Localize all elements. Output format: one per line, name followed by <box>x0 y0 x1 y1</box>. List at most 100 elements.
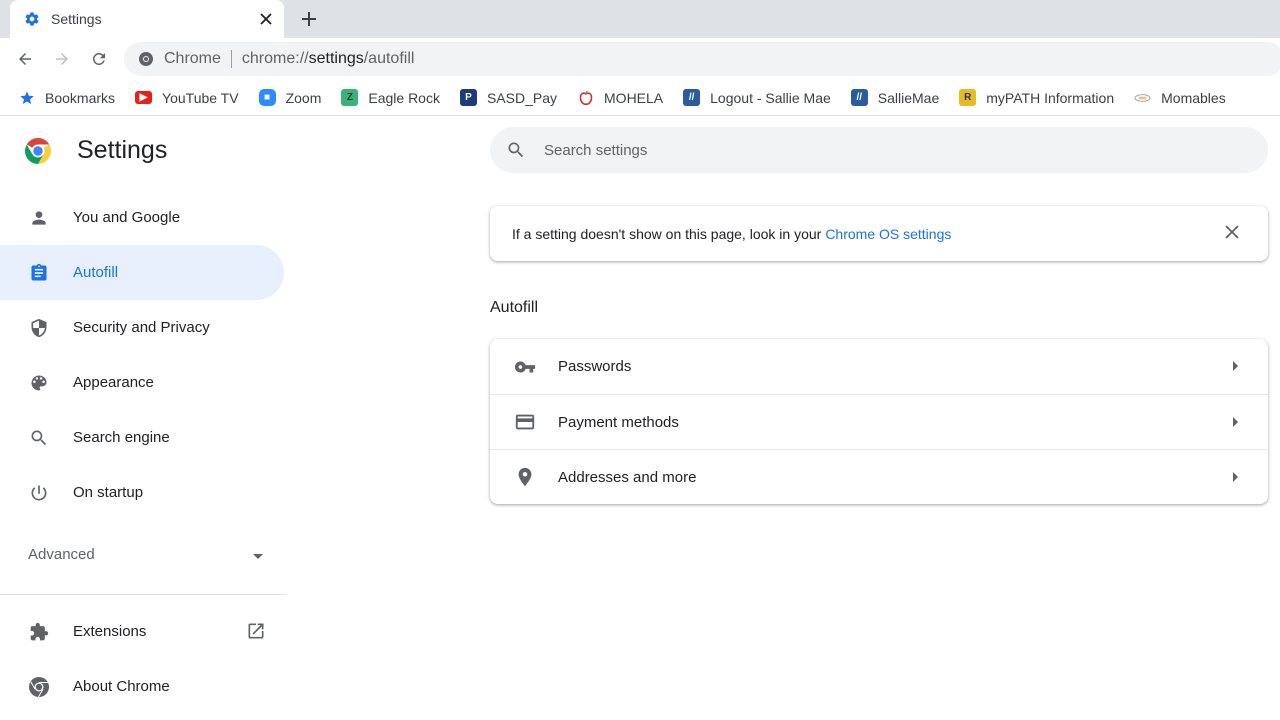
eagle-rock-icon: Z <box>341 89 359 106</box>
sidebar-item-about-chrome[interactable]: About Chrome <box>0 659 284 714</box>
url-host: settings <box>308 50 364 67</box>
bookmark-label: MOHELA <box>604 89 664 106</box>
zoom-icon: ■ <box>258 89 276 106</box>
sidebar-item-label: Appearance <box>73 374 154 391</box>
passwords-row[interactable]: Passwords <box>490 339 1268 394</box>
toolbar: Chrome chrome://settings/autofill <box>0 38 1280 80</box>
sidebar-divider <box>0 594 286 595</box>
puzzle-icon <box>28 621 50 643</box>
chevron-right-icon <box>1233 417 1238 427</box>
sidebar-item-you-and-google[interactable]: You and Google <box>0 190 284 245</box>
bookmark-momables[interactable]: Momables <box>1134 89 1226 106</box>
credit-card-icon <box>514 411 536 433</box>
section-title: Autofill <box>490 299 539 316</box>
back-button[interactable] <box>12 46 38 72</box>
dismiss-notice-button[interactable] <box>1224 224 1242 242</box>
search-icon <box>506 140 526 160</box>
chevron-right-icon <box>1233 361 1238 371</box>
reload-icon <box>92 52 105 65</box>
sidebar-item-autofill[interactable]: Autofill <box>0 245 284 300</box>
sidebar-item-label: On startup <box>73 484 144 501</box>
clipboard-icon <box>28 262 50 284</box>
mypath-icon: R <box>959 89 977 106</box>
row-label: Addresses and more <box>558 468 697 486</box>
apple-icon <box>577 89 594 106</box>
open-in-new-icon <box>246 621 266 645</box>
bookmark-label: Logout - Sallie Mae <box>710 89 831 106</box>
sidebar-item-label: Security and Privacy <box>73 319 210 336</box>
bookmark-label: SASD_Pay <box>486 89 558 106</box>
close-tab-button[interactable] <box>256 9 276 29</box>
momables-icon <box>1134 89 1151 106</box>
bookmark-logout-sallie-mae[interactable]: // Logout - Sallie Mae <box>683 89 831 106</box>
key-icon <box>514 356 536 378</box>
page-title: Settings <box>77 136 168 164</box>
addresses-row[interactable]: Addresses and more <box>490 449 1268 504</box>
url-path: /autofill <box>363 50 415 67</box>
sidebar-item-appearance[interactable]: Appearance <box>0 355 284 410</box>
reload-button[interactable] <box>86 46 112 72</box>
bookmark-label: Momables <box>1161 89 1226 106</box>
advanced-toggle[interactable]: Advanced <box>28 546 268 563</box>
omnibox-divider <box>230 50 232 68</box>
sidebar-item-label: Search engine <box>73 429 170 446</box>
gear-icon <box>24 11 40 27</box>
sallie-mae-icon: // <box>683 89 701 106</box>
search-icon <box>28 427 50 449</box>
close-icon <box>260 13 272 25</box>
bookmark-zoom[interactable]: ■ Zoom <box>258 89 322 106</box>
chrome-icon <box>28 676 50 698</box>
palette-icon <box>28 372 50 394</box>
arrow-left-icon <box>19 53 31 65</box>
new-tab-button[interactable] <box>298 8 320 30</box>
forward-button[interactable] <box>49 46 75 72</box>
close-icon <box>1225 225 1239 239</box>
sidebar: Settings You and Google Autofill Securit… <box>0 117 290 720</box>
bookmark-label: SallieMae <box>877 89 940 106</box>
bookmark-mohela[interactable]: MOHELA <box>577 89 663 106</box>
bookmark-youtube-tv[interactable]: ▶ YouTube TV <box>135 90 239 106</box>
bookmark-label: myPATH Information <box>986 89 1115 106</box>
bookmark-label: Zoom <box>285 89 322 106</box>
bookmark-label: Bookmarks <box>45 89 116 106</box>
bookmark-sasd-pay[interactable]: P SASD_Pay <box>459 89 558 106</box>
plus-icon <box>302 12 316 26</box>
bookmark-eagle-rock[interactable]: Z Eagle Rock <box>341 89 440 106</box>
sidebar-item-search-engine[interactable]: Search engine <box>0 410 284 465</box>
os-settings-notice: If a setting doesn't show on this page, … <box>490 206 1268 261</box>
sidebar-item-security-and-privacy[interactable]: Security and Privacy <box>0 300 284 355</box>
bookmark-salliemae[interactable]: // SallieMae <box>850 89 940 106</box>
power-icon <box>28 482 50 504</box>
person-icon <box>28 207 50 229</box>
youtube-tv-icon: ▶ <box>135 91 153 104</box>
sidebar-item-extensions[interactable]: Extensions <box>0 604 284 659</box>
site-label: Chrome <box>164 50 221 67</box>
notice-text: If a setting doesn't show on this page, … <box>512 225 822 242</box>
arrow-right-icon <box>56 53 68 65</box>
url-scheme: chrome:// <box>241 50 309 67</box>
chrome-os-settings-link[interactable]: Chrome OS settings <box>825 226 951 242</box>
row-label: Passwords <box>558 358 632 375</box>
tab-settings[interactable]: Settings <box>10 0 284 38</box>
bookmark-bookmarks[interactable]: Bookmarks <box>18 89 115 106</box>
star-icon <box>18 89 35 106</box>
address-bar[interactable]: Chrome chrome://settings/autofill <box>124 42 1280 76</box>
chrome-icon <box>138 51 154 67</box>
tab-strip: Settings <box>0 0 1280 38</box>
sallie-mae-icon: // <box>850 89 868 106</box>
bookmark-mypath[interactable]: R myPATH Information <box>959 89 1114 106</box>
bookmarks-bar: Bookmarks ▶ YouTube TV ■ Zoom Z Eagle Ro… <box>0 80 1280 116</box>
autofill-card: Passwords Payment methods Addresses and … <box>490 339 1268 504</box>
sidebar-item-label: You and Google <box>73 209 181 226</box>
advanced-label: Advanced <box>28 546 95 563</box>
search-input[interactable] <box>544 141 1144 159</box>
payment-methods-row[interactable]: Payment methods <box>490 394 1268 449</box>
sidebar-item-on-startup[interactable]: On startup <box>0 465 284 520</box>
row-label: Payment methods <box>558 413 679 431</box>
location-pin-icon <box>514 466 536 488</box>
sidebar-item-label: Extensions <box>73 623 147 640</box>
url-text: chrome://settings/autofill <box>242 50 415 68</box>
search-settings[interactable] <box>490 127 1268 173</box>
sasd-pay-icon: P <box>459 89 477 106</box>
sidebar-item-label: About Chrome <box>73 678 170 695</box>
